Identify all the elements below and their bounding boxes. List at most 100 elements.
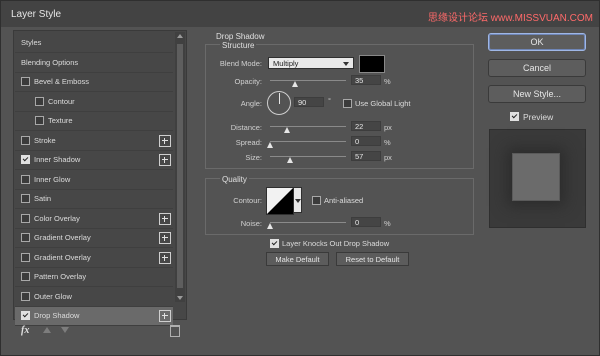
- size-field[interactable]: 57: [351, 151, 381, 161]
- distance-slider[interactable]: [270, 126, 346, 127]
- sidebar-item-checkbox[interactable]: [35, 97, 44, 106]
- sidebar-item-checkbox[interactable]: [21, 272, 30, 281]
- blend-mode-label: Blend Mode:: [219, 59, 262, 68]
- style-preview: [489, 129, 586, 228]
- reset-to-default-button[interactable]: Reset to Default: [336, 252, 409, 266]
- sidebar-item-label: Inner Shadow: [34, 155, 81, 164]
- title-bar[interactable]: Layer Style 思缘设计论坛 www.MISSVUAN.COM: [1, 1, 599, 27]
- size-slider[interactable]: [270, 156, 346, 157]
- opacity-field[interactable]: 35: [351, 75, 381, 85]
- ok-button[interactable]: OK: [488, 33, 586, 51]
- anti-aliased-checkbox[interactable]: [312, 196, 321, 205]
- sidebar-item-contour[interactable]: Contour: [15, 93, 173, 112]
- spread-slider[interactable]: [270, 141, 346, 142]
- spread-field[interactable]: 0: [351, 136, 381, 146]
- sidebar-item-checkbox[interactable]: [21, 233, 30, 242]
- trash-icon[interactable]: [170, 325, 180, 337]
- add-effect-icon[interactable]: [159, 154, 171, 166]
- distance-slider-thumb[interactable]: [284, 127, 290, 133]
- add-effect-icon[interactable]: [159, 213, 171, 225]
- noise-unit: %: [384, 219, 391, 228]
- add-effect-icon[interactable]: [159, 135, 171, 147]
- use-global-light-checkbox[interactable]: [343, 99, 352, 108]
- preview-checkbox[interactable]: [510, 112, 519, 121]
- contour-curve-icon: [267, 188, 293, 214]
- sidebar-item-blending-options[interactable]: Blending Options: [15, 54, 173, 73]
- sidebar-item-gradient-overlay[interactable]: Gradient Overlay: [15, 229, 173, 248]
- anti-aliased-label: Anti-aliased: [324, 196, 364, 205]
- add-effect-icon[interactable]: [159, 232, 171, 244]
- noise-slider[interactable]: [270, 222, 346, 223]
- opacity-slider-thumb[interactable]: [292, 81, 298, 87]
- move-down-icon[interactable]: [61, 327, 69, 333]
- sidebar-item-checkbox[interactable]: [21, 311, 30, 320]
- noise-label: Noise:: [240, 219, 262, 228]
- dialog-title: Layer Style: [11, 9, 62, 20]
- sidebar-item-texture[interactable]: Texture: [15, 112, 173, 131]
- opacity-slider[interactable]: [270, 80, 346, 81]
- make-default-button[interactable]: Make Default: [266, 252, 329, 266]
- contour-dropdown-button[interactable]: [293, 187, 302, 213]
- move-up-icon[interactable]: [43, 327, 51, 333]
- sidebar-item-label: Bevel & Emboss: [34, 77, 90, 86]
- add-effect-icon[interactable]: [159, 310, 171, 322]
- sidebar-item-outer-glow[interactable]: Outer Glow: [15, 288, 173, 307]
- sidebar-item-pattern-overlay[interactable]: Pattern Overlay: [15, 268, 173, 287]
- sidebar-item-satin[interactable]: Satin: [15, 190, 173, 209]
- fx-button[interactable]: fx: [21, 325, 29, 336]
- sidebar-toolbar: fx: [13, 322, 185, 340]
- distance-unit: px: [384, 123, 392, 132]
- sidebar-item-label: Outer Glow: [34, 292, 72, 301]
- spread-slider-thumb[interactable]: [267, 142, 273, 148]
- sidebar-item-checkbox[interactable]: [21, 253, 30, 262]
- preview-swatch: [513, 154, 559, 200]
- scroll-up-icon[interactable]: [177, 34, 183, 38]
- distance-field[interactable]: 22: [351, 121, 381, 131]
- sidebar-item-checkbox[interactable]: [21, 175, 30, 184]
- sidebar-item-checkbox[interactable]: [21, 194, 30, 203]
- scroll-thumb[interactable]: [177, 44, 183, 288]
- angle-label: Angle:: [240, 99, 262, 108]
- sidebar-item-label: Contour: [48, 97, 75, 106]
- add-effect-icon[interactable]: [159, 252, 171, 264]
- layer-knocks-out-label: Layer Knocks Out Drop Shadow: [282, 239, 390, 248]
- new-style-button[interactable]: New Style...: [488, 85, 586, 103]
- sidebar-item-label: Inner Glow: [34, 175, 71, 184]
- noise-slider-thumb[interactable]: [267, 223, 273, 229]
- blend-mode-select[interactable]: Multiply: [268, 57, 354, 69]
- sidebar-item-color-overlay[interactable]: Color Overlay: [15, 210, 173, 229]
- contour-label: Contour:: [233, 196, 262, 205]
- sidebar-item-checkbox[interactable]: [21, 292, 30, 301]
- noise-field[interactable]: 0: [351, 217, 381, 227]
- cancel-button[interactable]: Cancel: [488, 59, 586, 77]
- sidebar-item-bevel-emboss[interactable]: Bevel & Emboss: [15, 73, 173, 92]
- scroll-down-icon[interactable]: [177, 296, 183, 300]
- sidebar-item-label: Pattern Overlay: [34, 272, 87, 281]
- layer-knocks-out-checkbox[interactable]: [270, 239, 279, 248]
- angle-dial[interactable]: [267, 91, 291, 115]
- sidebar-item-checkbox[interactable]: [35, 116, 44, 125]
- sidebar-item-checkbox[interactable]: [21, 155, 30, 164]
- sidebar-item-checkbox[interactable]: [21, 136, 30, 145]
- sidebar-item-gradient-overlay[interactable]: Gradient Overlay: [15, 249, 173, 268]
- sidebar-item-styles[interactable]: Styles: [15, 34, 173, 53]
- opacity-unit: %: [384, 77, 391, 86]
- preview-label: Preview: [523, 112, 554, 122]
- contour-picker[interactable]: [266, 187, 294, 215]
- distance-label: Distance:: [230, 123, 262, 132]
- sidebar-item-inner-shadow[interactable]: Inner Shadow: [15, 151, 173, 170]
- sidebar-item-label: Blending Options: [21, 58, 79, 67]
- sidebar-item-label: Styles: [21, 38, 42, 47]
- size-slider-thumb[interactable]: [287, 157, 293, 163]
- sidebar-scrollbar[interactable]: [175, 32, 185, 302]
- sidebar-item-label: Gradient Overlay: [34, 253, 91, 262]
- shadow-color-swatch[interactable]: [359, 55, 385, 73]
- use-global-light-label: Use Global Light: [355, 99, 411, 108]
- sidebar-item-checkbox[interactable]: [21, 77, 30, 86]
- opacity-label: Opacity:: [234, 77, 262, 86]
- sidebar-item-stroke[interactable]: Stroke: [15, 132, 173, 151]
- sidebar-item-inner-glow[interactable]: Inner Glow: [15, 171, 173, 190]
- spread-unit: %: [384, 138, 391, 147]
- sidebar-item-checkbox[interactable]: [21, 214, 30, 223]
- angle-field[interactable]: 90: [294, 97, 324, 107]
